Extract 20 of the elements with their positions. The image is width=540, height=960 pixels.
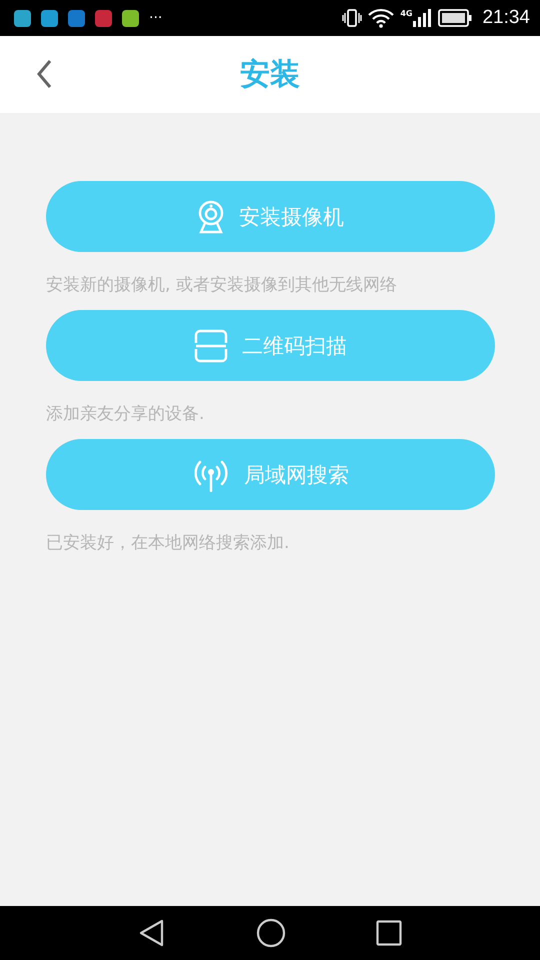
option-description: 已安装好，在本地网络搜索添加. — [46, 532, 290, 555]
battery-icon — [438, 9, 472, 27]
back-nav-icon[interactable] — [138, 918, 166, 948]
option-description: 安装新的摄像机, 或者安装摄像到其他无线网络 — [46, 274, 398, 297]
option-description: 添加亲友分享的设备. — [46, 403, 206, 426]
scan-icon — [194, 328, 228, 362]
more-notifications: ··· — [149, 10, 162, 26]
back-icon[interactable] — [36, 59, 52, 89]
option-button[interactable]: 二维码扫描 — [46, 310, 495, 381]
option-button[interactable]: 局域网搜索 — [46, 439, 495, 510]
home-nav-icon[interactable] — [256, 918, 286, 948]
recents-nav-icon[interactable] — [376, 920, 402, 946]
wifi-icon — [368, 8, 394, 28]
signal-icon — [412, 9, 432, 27]
vibrate-icon — [342, 9, 362, 27]
clock-time: 21:34 — [482, 7, 530, 29]
option-button[interactable]: 安装摄像机 — [46, 181, 495, 252]
page-title: 安装 — [240, 56, 300, 94]
network-type: 4G — [400, 9, 412, 18]
webcam-icon — [197, 200, 225, 234]
